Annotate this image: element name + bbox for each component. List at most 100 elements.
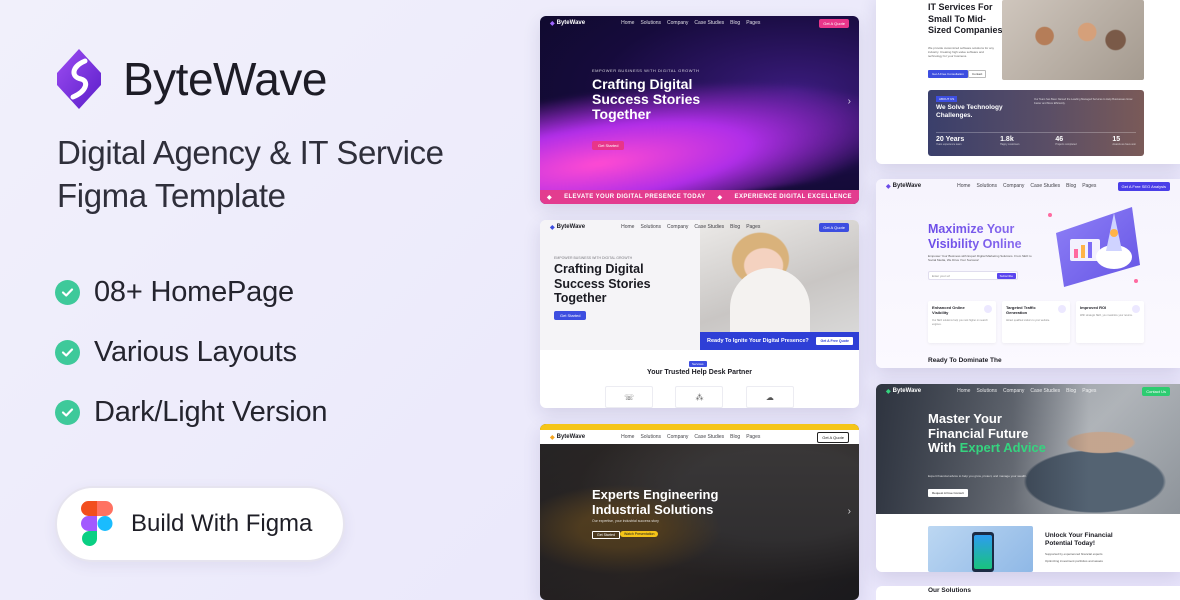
hero-title: Maximize Your Visibility Online [928, 222, 1048, 251]
service-card: ⁂ [675, 386, 724, 408]
section-desc: We provide customized software solutions… [928, 46, 994, 58]
cta-band-text: Ready To Ignite Your Digital Presence? [707, 338, 809, 344]
headline-line-1: Digital Agency & IT Service [57, 134, 444, 171]
hero-eyebrow: EMPOWER BUSINESS WITH DIGITAL GROWTH [554, 256, 633, 260]
preview-nav: ◆ ByteWave Home Solutions Company Case St… [876, 179, 1180, 193]
preview-nav: ◆ ByteWave Home Solutions Company Case St… [876, 384, 1180, 398]
feature-card: Targeted Traffic Generation Attract quali… [1002, 301, 1070, 343]
stat-value: 20 Years [936, 136, 965, 143]
mini-logo-text: ByteWave [556, 20, 586, 26]
nav-item: Company [667, 20, 689, 26]
preview-homepage-6[interactable]: ◆ ByteWave Home Solutions Company Case St… [876, 384, 1180, 572]
feature-item: Various Layouts [55, 322, 327, 382]
mini-logo: ◆ ByteWave [550, 224, 585, 231]
nav-item: Pages [746, 434, 761, 440]
feature-icon [1132, 305, 1140, 313]
preview-nav: ◆ ByteWave Home Solutions Company Case St… [540, 430, 859, 444]
build-with-figma-button[interactable]: Build With Figma [55, 486, 345, 562]
smartphone-icon [972, 532, 994, 572]
preview-homepage-2[interactable]: ◆ ByteWave Home Solutions Company Case St… [540, 220, 859, 408]
feature-card-title: Improved ROI [1080, 305, 1107, 310]
nav-item: Company [1003, 183, 1025, 189]
nav-item: Company [667, 224, 689, 230]
nav-item: Home [957, 388, 971, 394]
preview-homepage-7[interactable]: Our Solutions [876, 586, 1180, 600]
hero-title: Crafting Digital Success Stories Togethe… [592, 76, 701, 122]
check-icon [55, 279, 80, 305]
cta-band: Ready To Ignite Your Digital Presence? G… [700, 332, 859, 350]
feature-cards: Enhanced Online Visibility Our SEO soluti… [928, 301, 1144, 343]
hero-title: Crafting Digital Success Stories Togethe… [554, 262, 651, 305]
hero-desc: Empower Your Business with Expert Digita… [928, 254, 1032, 262]
nav-item: Home [957, 183, 971, 189]
about-tag: ABOUT US [936, 96, 958, 102]
section-title: Your Trusted Help Desk Partner [647, 369, 752, 376]
stat-value: 1.8k [1000, 136, 1014, 143]
hero-photo [700, 220, 859, 350]
nav-item: Case Studies [694, 434, 725, 440]
logo-mark-icon: ◆ [886, 388, 891, 395]
figma-button-label: Build With Figma [131, 510, 313, 537]
logo-mark-icon: ◆ [550, 434, 555, 441]
watch-button: Watch Presentation [620, 531, 659, 537]
preview-homepage-4[interactable]: IT Services For Small To Mid-Sized Compa… [876, 0, 1180, 164]
about-title: We Solve Technology Challenges. [936, 104, 1003, 119]
check-icon [55, 399, 80, 425]
stat-label: Years experience team [936, 143, 962, 146]
nav-item: Solutions [976, 388, 998, 394]
nav-item: Case Studies [1030, 388, 1061, 394]
stat-label: Awards we have won [1112, 143, 1136, 146]
support-icon: ☏ [624, 392, 635, 402]
hero-title-accent: Expert Advice [959, 440, 1046, 455]
feature-card: Enhanced Online Visibility Our SEO soluti… [928, 301, 996, 343]
nav-item: Company [1003, 388, 1025, 394]
nav-item: Home [621, 20, 635, 26]
ticker-text-1: ELEVATE YOUR DIGITAL PRESENCE TODAY [564, 194, 706, 200]
cta-band-button: Get A Free Quote [816, 337, 853, 345]
nav-cta: Get A Quote [817, 431, 849, 443]
hero-button: Get Started [554, 311, 587, 320]
hero-button: Request A Free Consult [928, 489, 968, 497]
feature-icon [1058, 305, 1066, 313]
nav-cta: Get A Quote [819, 222, 849, 232]
nav-item: Home [621, 434, 635, 440]
mini-logo-text: ByteWave [892, 183, 922, 189]
logo-mark-icon: ◆ [550, 20, 555, 27]
network-icon: ⁂ [695, 392, 704, 402]
preview-homepage-3[interactable]: ◆ ByteWave Home Solutions Company Case St… [540, 424, 859, 600]
chevron-right-icon: › [847, 506, 851, 517]
ticker-text-2: EXPERIENCE DIGITAL EXCELLENCE [734, 194, 852, 200]
section-title: IT Services For Small To Mid-Sized Compa… [928, 2, 1003, 35]
preview-homepage-5[interactable]: ◆ ByteWave Home Solutions Company Case St… [876, 179, 1180, 368]
phone-image [928, 526, 1033, 572]
bytewave-logo-icon [57, 49, 101, 109]
nav-item: Solutions [976, 183, 998, 189]
nav-item: Pages [1082, 388, 1097, 394]
preview-nav: ◆ ByteWave Home Solutions Company Case St… [540, 16, 859, 30]
nav-item: Pages [746, 224, 761, 230]
feature-card: Improved ROI With strategic SEO, you maxi… [1076, 301, 1144, 343]
preview-homepage-1[interactable]: ◆ ByteWave Home Solutions Company Case St… [540, 16, 859, 204]
cloud-icon: ☁ [765, 392, 774, 402]
primary-button: Get A Free Consultation [928, 70, 968, 78]
about-desc: Our Team has Been Named the Leading Mana… [1034, 98, 1133, 105]
stats-row: 20 Years Years experience team 1.8k Happy … [936, 132, 1136, 146]
hero-title: Master Your Financial Future With Expert… [928, 411, 1058, 456]
gradient-wave [540, 50, 859, 204]
feature-card-desc: With strategic SEO, you maximize your re… [1080, 314, 1133, 317]
feature-card-desc: Our SEO solutions help you rank higher o… [932, 319, 988, 326]
mini-logo-text: ByteWave [556, 224, 586, 230]
ticker-band: ◆ ELEVATE YOUR DIGITAL PRESENCE TODAY ◆ … [540, 190, 859, 204]
service-card: ☏ [605, 386, 654, 408]
nav-cta: Get A Free SEO Analysis [1117, 181, 1170, 191]
brand-name: ByteWave [123, 53, 327, 105]
stat-item: 1.8k Happy customers [1000, 136, 1019, 146]
service-card: ☁ [745, 386, 794, 408]
feature-label: Dark/Light Version [94, 395, 328, 428]
hero-desc: Our expertise, your industrial success s… [592, 519, 659, 523]
headline: Digital Agency & IT Service Figma Templa… [57, 131, 444, 217]
chevron-right-icon: › [847, 96, 851, 107]
nav-item: Blog [730, 20, 741, 26]
nav-item: Case Studies [1030, 183, 1061, 189]
hero-photo: ◆ ByteWave Home Solutions Company Case St… [876, 384, 1180, 514]
